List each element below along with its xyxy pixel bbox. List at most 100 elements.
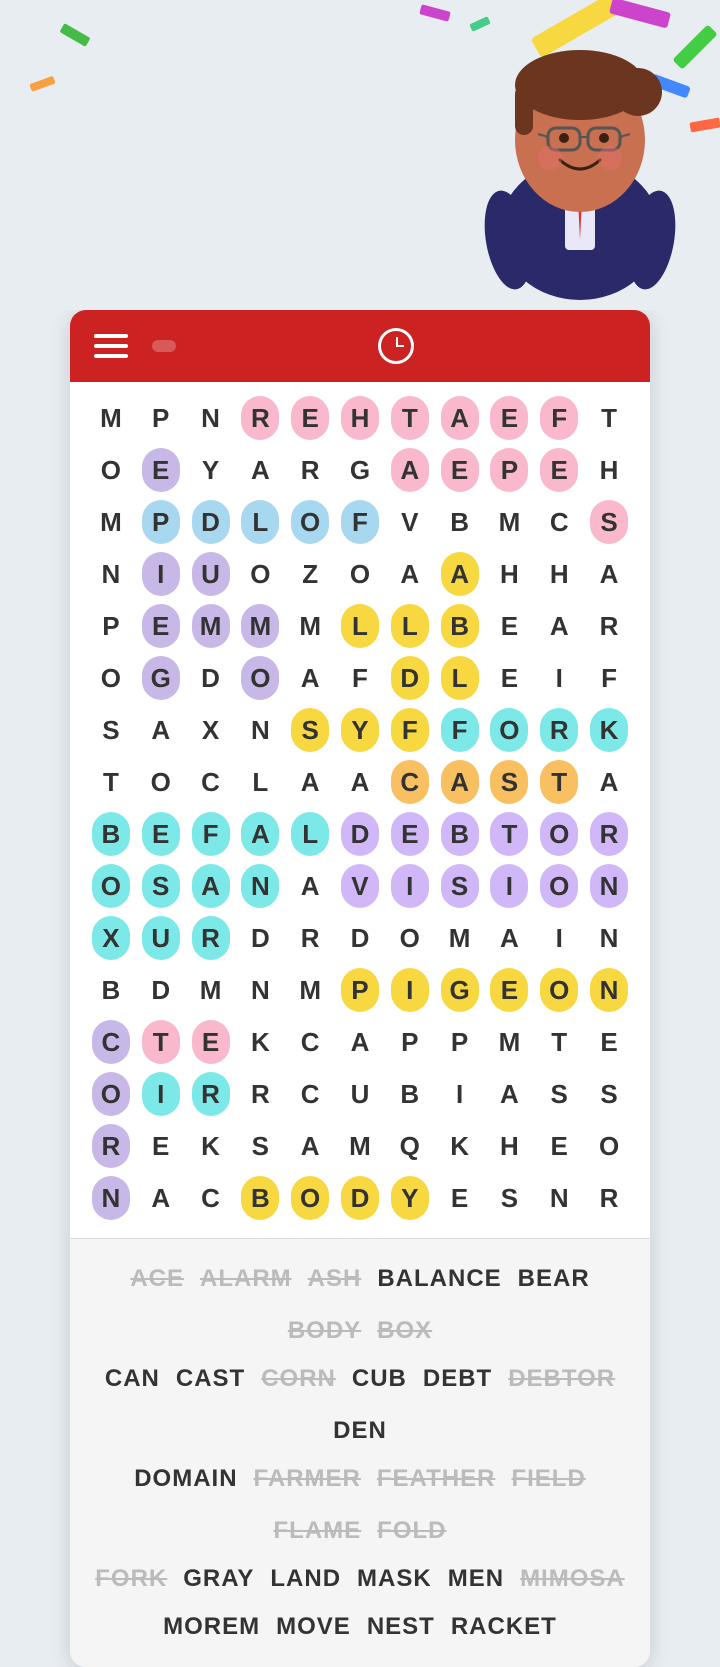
- grid-cell[interactable]: C: [285, 1068, 335, 1120]
- grid-cell[interactable]: A: [435, 756, 485, 808]
- grid-cell[interactable]: S: [584, 496, 634, 548]
- grid-cell[interactable]: D: [235, 912, 285, 964]
- grid-cell[interactable]: C: [385, 756, 435, 808]
- grid-cell[interactable]: E: [136, 444, 186, 496]
- grid-cell[interactable]: M: [435, 912, 485, 964]
- grid-cell[interactable]: I: [385, 964, 435, 1016]
- grid-cell[interactable]: S: [485, 1172, 535, 1224]
- grid-cell[interactable]: C: [86, 1016, 136, 1068]
- grid-cell[interactable]: H: [485, 1120, 535, 1172]
- grid-cell[interactable]: O: [86, 652, 136, 704]
- grid-cell[interactable]: L: [335, 600, 385, 652]
- grid-cell[interactable]: B: [86, 964, 136, 1016]
- grid-cell[interactable]: F: [335, 652, 385, 704]
- grid-cell[interactable]: T: [584, 392, 634, 444]
- grid-cell[interactable]: T: [385, 392, 435, 444]
- grid-cell[interactable]: S: [584, 1068, 634, 1120]
- grid-cell[interactable]: G: [335, 444, 385, 496]
- grid-cell[interactable]: A: [136, 1172, 186, 1224]
- grid-cell[interactable]: T: [136, 1016, 186, 1068]
- grid-cell[interactable]: T: [534, 1016, 584, 1068]
- grid-cell[interactable]: A: [335, 756, 385, 808]
- grid-cell[interactable]: S: [136, 860, 186, 912]
- grid-cell[interactable]: D: [335, 808, 385, 860]
- grid-cell[interactable]: E: [285, 392, 335, 444]
- grid-cell[interactable]: I: [136, 548, 186, 600]
- grid-cell[interactable]: O: [86, 1068, 136, 1120]
- grid-cell[interactable]: R: [584, 600, 634, 652]
- grid-cell[interactable]: B: [235, 1172, 285, 1224]
- grid-cell[interactable]: H: [485, 548, 535, 600]
- grid-cell[interactable]: E: [136, 808, 186, 860]
- grid-cell[interactable]: A: [285, 860, 335, 912]
- grid-cell[interactable]: E: [584, 1016, 634, 1068]
- grid-cell[interactable]: C: [534, 496, 584, 548]
- grid-cell[interactable]: E: [534, 1120, 584, 1172]
- grid-cell[interactable]: L: [235, 756, 285, 808]
- grid-cell[interactable]: F: [435, 704, 485, 756]
- grid-cell[interactable]: M: [285, 964, 335, 1016]
- grid-cell[interactable]: K: [186, 1120, 236, 1172]
- grid-cell[interactable]: B: [385, 1068, 435, 1120]
- grid-cell[interactable]: N: [186, 392, 236, 444]
- grid-cell[interactable]: V: [385, 496, 435, 548]
- grid-cell[interactable]: I: [485, 860, 535, 912]
- grid-cell[interactable]: I: [534, 912, 584, 964]
- grid-cell[interactable]: M: [335, 1120, 385, 1172]
- grid-cell[interactable]: I: [534, 652, 584, 704]
- grid-cell[interactable]: S: [86, 704, 136, 756]
- grid-cell[interactable]: P: [335, 964, 385, 1016]
- grid-cell[interactable]: A: [385, 444, 435, 496]
- grid-cell[interactable]: F: [335, 496, 385, 548]
- grid-cell[interactable]: O: [285, 496, 335, 548]
- grid-cell[interactable]: A: [584, 548, 634, 600]
- grid-cell[interactable]: T: [485, 808, 535, 860]
- grid-cell[interactable]: R: [285, 912, 335, 964]
- grid-cell[interactable]: O: [534, 964, 584, 1016]
- grid-cell[interactable]: A: [584, 756, 634, 808]
- grid-cell[interactable]: F: [584, 652, 634, 704]
- grid-cell[interactable]: D: [335, 1172, 385, 1224]
- grid-cell[interactable]: F: [385, 704, 435, 756]
- grid-cell[interactable]: A: [285, 756, 335, 808]
- grid-cell[interactable]: C: [186, 756, 236, 808]
- grid-cell[interactable]: O: [235, 548, 285, 600]
- grid-cell[interactable]: O: [86, 444, 136, 496]
- grid-cell[interactable]: N: [584, 912, 634, 964]
- grid-cell[interactable]: A: [435, 548, 485, 600]
- grid-cell[interactable]: K: [584, 704, 634, 756]
- grid-cell[interactable]: P: [485, 444, 535, 496]
- grid-cell[interactable]: D: [186, 496, 236, 548]
- grid-cell[interactable]: E: [534, 444, 584, 496]
- grid-cell[interactable]: M: [86, 496, 136, 548]
- menu-button[interactable]: [94, 334, 128, 358]
- grid-cell[interactable]: R: [235, 392, 285, 444]
- grid-cell[interactable]: M: [186, 964, 236, 1016]
- grid-cell[interactable]: K: [435, 1120, 485, 1172]
- grid-cell[interactable]: I: [435, 1068, 485, 1120]
- grid-cell[interactable]: D: [136, 964, 186, 1016]
- grid-cell[interactable]: B: [435, 808, 485, 860]
- grid-cell[interactable]: E: [435, 1172, 485, 1224]
- grid-cell[interactable]: M: [235, 600, 285, 652]
- grid-cell[interactable]: R: [86, 1120, 136, 1172]
- grid-cell[interactable]: I: [385, 860, 435, 912]
- grid-cell[interactable]: A: [186, 860, 236, 912]
- grid-cell[interactable]: N: [235, 860, 285, 912]
- grid-cell[interactable]: D: [385, 652, 435, 704]
- grid-cell[interactable]: C: [285, 1016, 335, 1068]
- grid-cell[interactable]: A: [534, 600, 584, 652]
- grid-cell[interactable]: N: [534, 1172, 584, 1224]
- grid-cell[interactable]: N: [235, 964, 285, 1016]
- font-size-button[interactable]: [152, 340, 176, 352]
- grid-cell[interactable]: H: [534, 548, 584, 600]
- grid-cell[interactable]: M: [485, 1016, 535, 1068]
- grid-cell[interactable]: R: [235, 1068, 285, 1120]
- grid-cell[interactable]: X: [186, 704, 236, 756]
- grid-cell[interactable]: A: [235, 808, 285, 860]
- grid-cell[interactable]: Y: [186, 444, 236, 496]
- grid-cell[interactable]: A: [235, 444, 285, 496]
- grid-cell[interactable]: S: [285, 704, 335, 756]
- grid-cell[interactable]: M: [485, 496, 535, 548]
- grid-cell[interactable]: E: [485, 600, 535, 652]
